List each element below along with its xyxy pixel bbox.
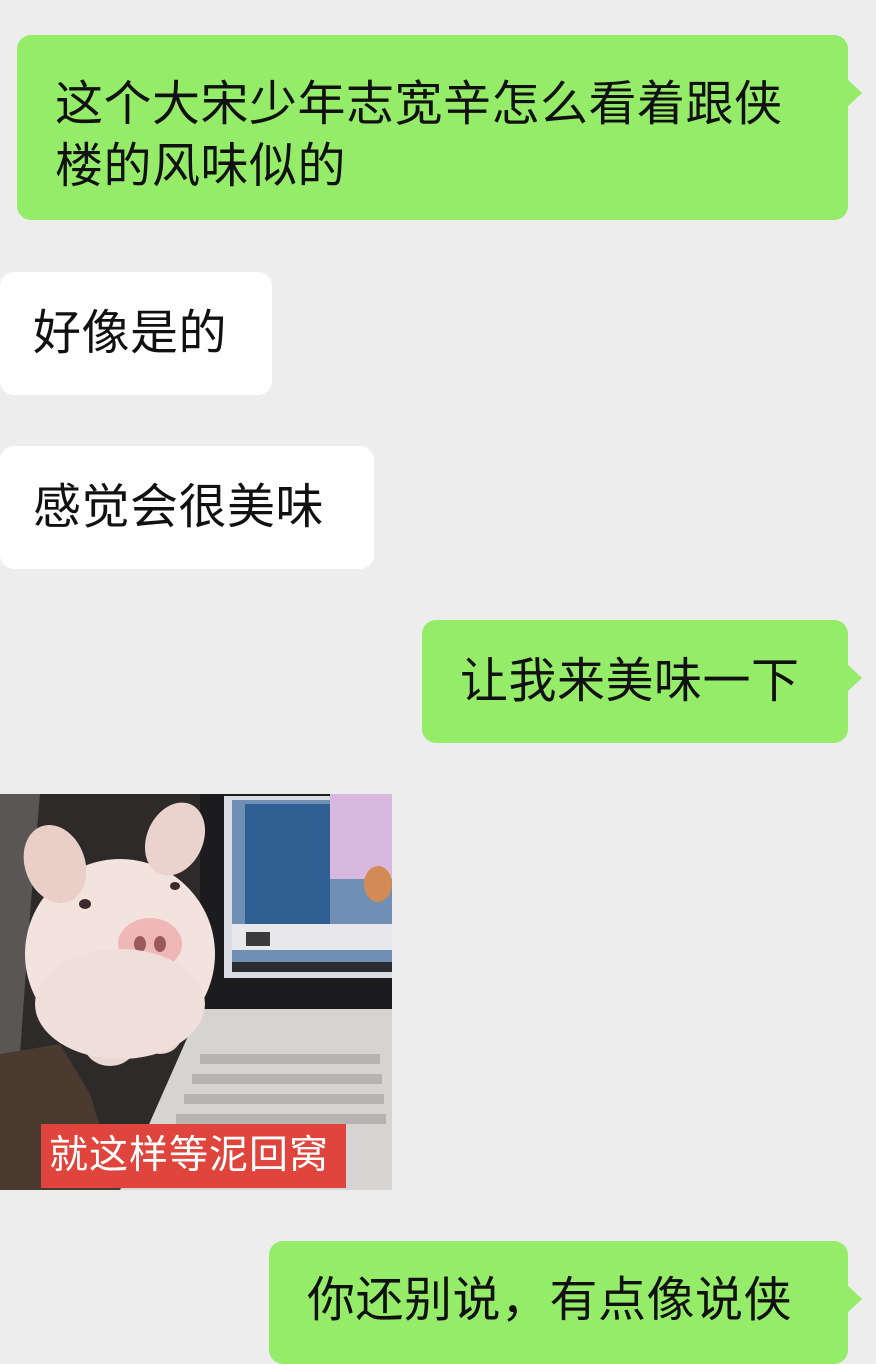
outgoing-message-bubble[interactable]: 让我来美味一下 <box>422 620 862 743</box>
message-text: 让我来美味一下 <box>460 653 800 709</box>
incoming-message-bubble[interactable]: 好像是的 <box>0 272 272 395</box>
message-text: 感觉会很美味 <box>33 479 325 535</box>
message-text: 好像是的 <box>33 305 228 361</box>
chat-conversation: 这个大宋少年志宽辛怎么看着跟侠楼的风味似的 好像是的 感觉会很美味 让我来美味一… <box>0 0 876 1364</box>
message-text: 这个大宋少年志宽辛怎么看着跟侠楼的风味似的 <box>55 76 783 194</box>
outgoing-message-bubble[interactable]: 你还别说，有点像说侠 <box>269 1241 862 1364</box>
meme-caption: 就这样等泥回窝 <box>41 1124 346 1188</box>
message-text: 你还别说，有点像说侠 <box>307 1272 793 1328</box>
outgoing-message-bubble[interactable]: 这个大宋少年志宽辛怎么看着跟侠楼的风味似的 <box>17 35 862 220</box>
incoming-message-bubble[interactable]: 感觉会很美味 <box>0 446 374 569</box>
